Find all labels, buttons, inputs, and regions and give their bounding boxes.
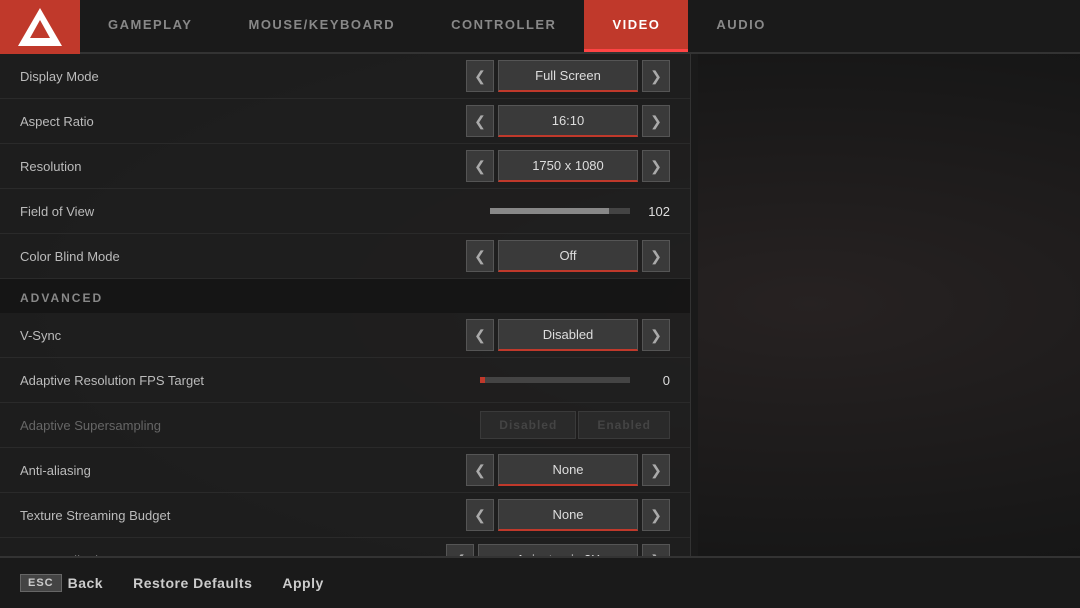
texture-filtering-row: Texture Filtering ❮ Anisotropic 2X ❯ — [0, 538, 690, 556]
apex-logo — [0, 0, 80, 54]
vsync-next[interactable]: ❯ — [642, 319, 670, 351]
settings-panel: Display Mode ❮ Full Screen ❯ Aspect Rati… — [0, 54, 690, 556]
fov-slider-track[interactable] — [490, 208, 630, 214]
aspect-ratio-label: Aspect Ratio — [20, 114, 466, 129]
display-mode-next[interactable]: ❯ — [642, 60, 670, 92]
resolution-row: Resolution ❮ 1750 x 1080 ❯ — [0, 144, 690, 189]
antialiasing-control: ❮ None ❯ — [466, 454, 670, 486]
adaptive-super-disabled: Disabled — [480, 411, 576, 439]
tab-video[interactable]: VIDEO — [584, 0, 688, 52]
adaptive-super-control: Disabled Enabled — [480, 411, 670, 439]
texture-streaming-value: None — [498, 499, 638, 531]
apply-button[interactable]: Apply — [282, 575, 323, 591]
adaptive-super-toggle: Disabled Enabled — [480, 411, 670, 439]
antialiasing-label: Anti-aliasing — [20, 463, 466, 478]
colorblind-prev[interactable]: ❮ — [466, 240, 494, 272]
vsync-control: ❮ Disabled ❯ — [466, 319, 670, 351]
texture-filtering-next[interactable]: ❯ — [642, 544, 670, 556]
aspect-ratio-prev[interactable]: ❮ — [466, 105, 494, 137]
adaptive-res-slider-track[interactable] — [480, 377, 630, 383]
colorblind-next[interactable]: ❯ — [642, 240, 670, 272]
adaptive-res-value: 0 — [640, 373, 670, 388]
advanced-title: ADVANCED — [20, 291, 103, 305]
tab-mouse-keyboard[interactable]: MOUSE/KEYBOARD — [220, 0, 423, 52]
aspect-ratio-row: Aspect Ratio ❮ 16:10 ❯ — [0, 99, 690, 144]
adaptive-res-label: Adaptive Resolution FPS Target — [20, 373, 480, 388]
back-label: Back — [68, 575, 103, 591]
resolution-prev[interactable]: ❮ — [466, 150, 494, 182]
vsync-row: V-Sync ❮ Disabled ❯ — [0, 313, 690, 358]
antialiasing-value: None — [498, 454, 638, 486]
vsync-prev[interactable]: ❮ — [466, 319, 494, 351]
aspect-ratio-next[interactable]: ❯ — [642, 105, 670, 137]
adaptive-super-enabled: Enabled — [578, 411, 670, 439]
display-mode-row: Display Mode ❮ Full Screen ❯ — [0, 54, 690, 99]
aspect-ratio-control: ❮ 16:10 ❯ — [466, 105, 670, 137]
texture-filtering-value: Anisotropic 2X — [478, 544, 638, 556]
adaptive-res-slider-fill — [480, 377, 485, 383]
antialiasing-next[interactable]: ❯ — [642, 454, 670, 486]
resolution-control: ❮ 1750 x 1080 ❯ — [466, 150, 670, 182]
tab-gameplay[interactable]: GAMEPLAY — [80, 0, 220, 52]
scrollbar-track[interactable] — [690, 54, 698, 556]
nav-tabs: GAMEPLAY MOUSE/KEYBOARD CONTROLLER VIDEO… — [80, 0, 1080, 52]
restore-defaults-label: Restore Defaults — [133, 575, 252, 591]
resolution-label: Resolution — [20, 159, 466, 174]
display-mode-control: ❮ Full Screen ❯ — [466, 60, 670, 92]
texture-streaming-control: ❮ None ❯ — [466, 499, 670, 531]
display-mode-value: Full Screen — [498, 60, 638, 92]
resolution-next[interactable]: ❯ — [642, 150, 670, 182]
display-mode-prev[interactable]: ❮ — [466, 60, 494, 92]
back-button[interactable]: ESC Back — [20, 574, 103, 592]
fov-row: Field of View 102 — [0, 189, 690, 234]
colorblind-row: Color Blind Mode ❮ Off ❯ — [0, 234, 690, 279]
display-mode-label: Display Mode — [20, 69, 466, 84]
antialiasing-row: Anti-aliasing ❮ None ❯ — [0, 448, 690, 493]
adaptive-res-row: Adaptive Resolution FPS Target 0 — [0, 358, 690, 403]
adaptive-super-row: Adaptive Supersampling Disabled Enabled — [0, 403, 690, 448]
adaptive-res-control: 0 — [480, 373, 670, 388]
esc-key-badge: ESC — [20, 574, 62, 592]
texture-streaming-label: Texture Streaming Budget — [20, 508, 466, 523]
apply-label: Apply — [282, 575, 323, 591]
advanced-section-header: ADVANCED — [0, 279, 690, 313]
vsync-label: V-Sync — [20, 328, 466, 343]
restore-defaults-button[interactable]: Restore Defaults — [133, 575, 252, 591]
texture-streaming-prev[interactable]: ❮ — [466, 499, 494, 531]
bottom-bar: ESC Back Restore Defaults Apply — [0, 556, 1080, 608]
main-content: Display Mode ❮ Full Screen ❯ Aspect Rati… — [0, 54, 1080, 556]
fov-slider-fill — [490, 208, 609, 214]
texture-streaming-next[interactable]: ❯ — [642, 499, 670, 531]
texture-streaming-row: Texture Streaming Budget ❮ None ❯ — [0, 493, 690, 538]
colorblind-value: Off — [498, 240, 638, 272]
colorblind-label: Color Blind Mode — [20, 249, 466, 264]
top-navigation: GAMEPLAY MOUSE/KEYBOARD CONTROLLER VIDEO… — [0, 0, 1080, 54]
adaptive-super-label: Adaptive Supersampling — [20, 418, 480, 433]
antialiasing-prev[interactable]: ❮ — [466, 454, 494, 486]
fov-label: Field of View — [20, 204, 490, 219]
tab-controller[interactable]: CONTROLLER — [423, 0, 584, 52]
texture-filtering-prev[interactable]: ❮ — [446, 544, 474, 556]
resolution-value: 1750 x 1080 — [498, 150, 638, 182]
texture-filtering-control: ❮ Anisotropic 2X ❯ — [446, 544, 670, 556]
colorblind-control: ❮ Off ❯ — [466, 240, 670, 272]
apex-logo-icon — [18, 8, 62, 46]
tab-audio[interactable]: AUDIO — [688, 0, 793, 52]
right-panel — [698, 54, 1080, 556]
vsync-value: Disabled — [498, 319, 638, 351]
fov-value: 102 — [640, 204, 670, 219]
fov-control: 102 — [490, 204, 670, 219]
aspect-ratio-value: 16:10 — [498, 105, 638, 137]
